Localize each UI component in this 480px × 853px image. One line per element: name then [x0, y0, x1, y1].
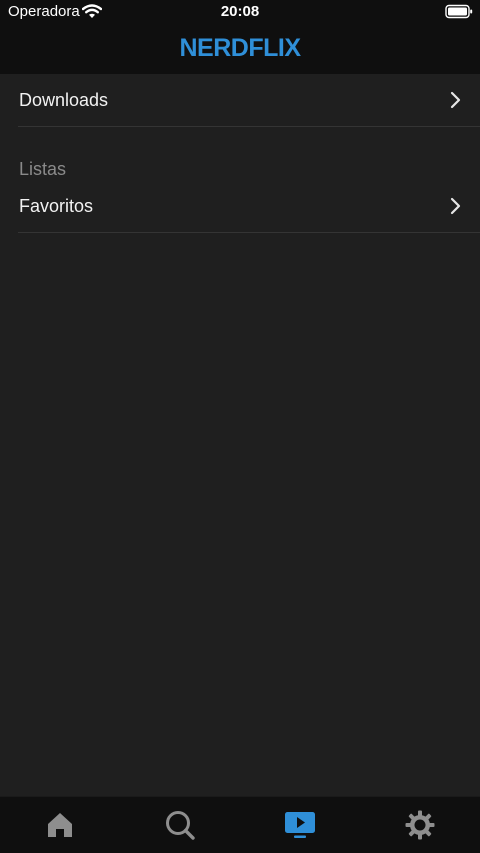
tab-search[interactable] — [120, 797, 240, 853]
home-icon — [48, 813, 72, 837]
search-icon — [166, 811, 195, 840]
tab-library[interactable] — [240, 797, 360, 853]
gear-icon — [405, 810, 435, 840]
favoritos-row[interactable]: Favoritos — [18, 180, 480, 233]
chevron-right-icon — [450, 91, 461, 109]
battery-icon — [445, 4, 473, 19]
status-bar: Operadora 20:08 — [0, 0, 480, 24]
downloads-label: Downloads — [19, 90, 109, 110]
header: Operadora 20:08 NERDFLIX — [0, 0, 480, 74]
tab-home[interactable] — [0, 797, 120, 853]
favoritos-label: Favoritos — [19, 196, 94, 216]
chevron-right-icon — [450, 197, 461, 215]
section-title-listas: Listas — [19, 159, 67, 179]
downloads-row[interactable]: Downloads — [18, 74, 480, 127]
brand-logo: NERDFLIX — [179, 34, 302, 62]
clock: 20:08 — [220, 3, 260, 20]
screen: Operadora 20:08 NERDFLIX Downloads Lista… — [0, 0, 480, 853]
play-tv-icon — [285, 812, 315, 838]
tab-settings[interactable] — [360, 797, 480, 853]
content: Downloads Listas Favoritos — [0, 74, 480, 796]
tab-bar — [0, 796, 480, 853]
